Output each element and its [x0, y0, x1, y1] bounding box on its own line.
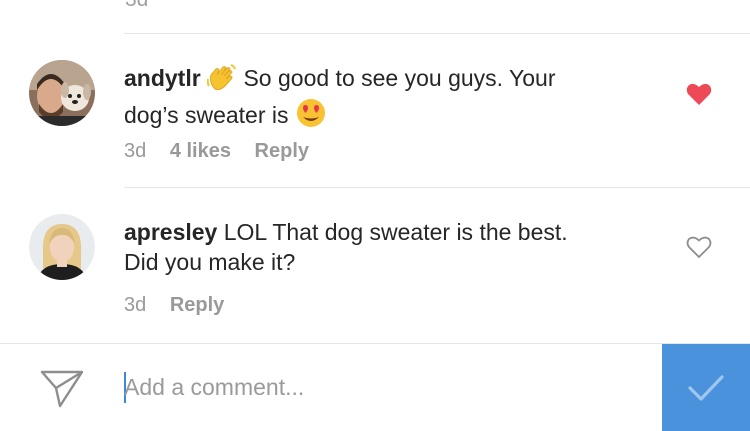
avatar[interactable]: [29, 60, 95, 126]
comment-text: apresley LOL That dog sweater is the bes…: [124, 217, 640, 277]
comment-body-line2: dog’s sweater is: [124, 102, 289, 128]
avatar[interactable]: [29, 214, 95, 280]
comment-meta: 3d 4 likes Reply: [124, 140, 327, 163]
checkmark-icon: [688, 374, 724, 401]
heart-filled-icon[interactable]: [686, 82, 712, 106]
comment-text: andytlr So good to see you guys. Your do…: [124, 63, 640, 135]
comment-input[interactable]: [124, 367, 644, 407]
likes-count[interactable]: 4 likes: [170, 140, 231, 162]
heart-outline-icon[interactable]: [686, 235, 712, 259]
comment-composer: [0, 343, 750, 431]
reply-button[interactable]: Reply: [170, 294, 224, 316]
previous-comment-time: 3d: [125, 0, 148, 12]
heart-eyes-face-icon: [295, 98, 327, 135]
post-comment-button[interactable]: [662, 344, 750, 431]
divider: [124, 33, 750, 34]
reply-button[interactable]: Reply: [255, 140, 309, 162]
comment-username[interactable]: andytlr: [124, 65, 201, 91]
comment-username[interactable]: apresley: [124, 219, 217, 245]
comment-body-line1: LOL That dog sweater is the best.: [223, 219, 568, 245]
paper-plane-icon[interactable]: [40, 368, 84, 408]
comment-body-line1: So good to see you guys. Your: [243, 65, 556, 91]
comment-time: 3d: [124, 294, 147, 316]
comment-meta: 3d Reply: [124, 294, 242, 317]
comment-body-line2: Did you make it?: [124, 249, 296, 275]
waving-hand-icon: [206, 63, 237, 98]
divider: [124, 187, 750, 188]
comment-time: 3d: [124, 140, 147, 162]
